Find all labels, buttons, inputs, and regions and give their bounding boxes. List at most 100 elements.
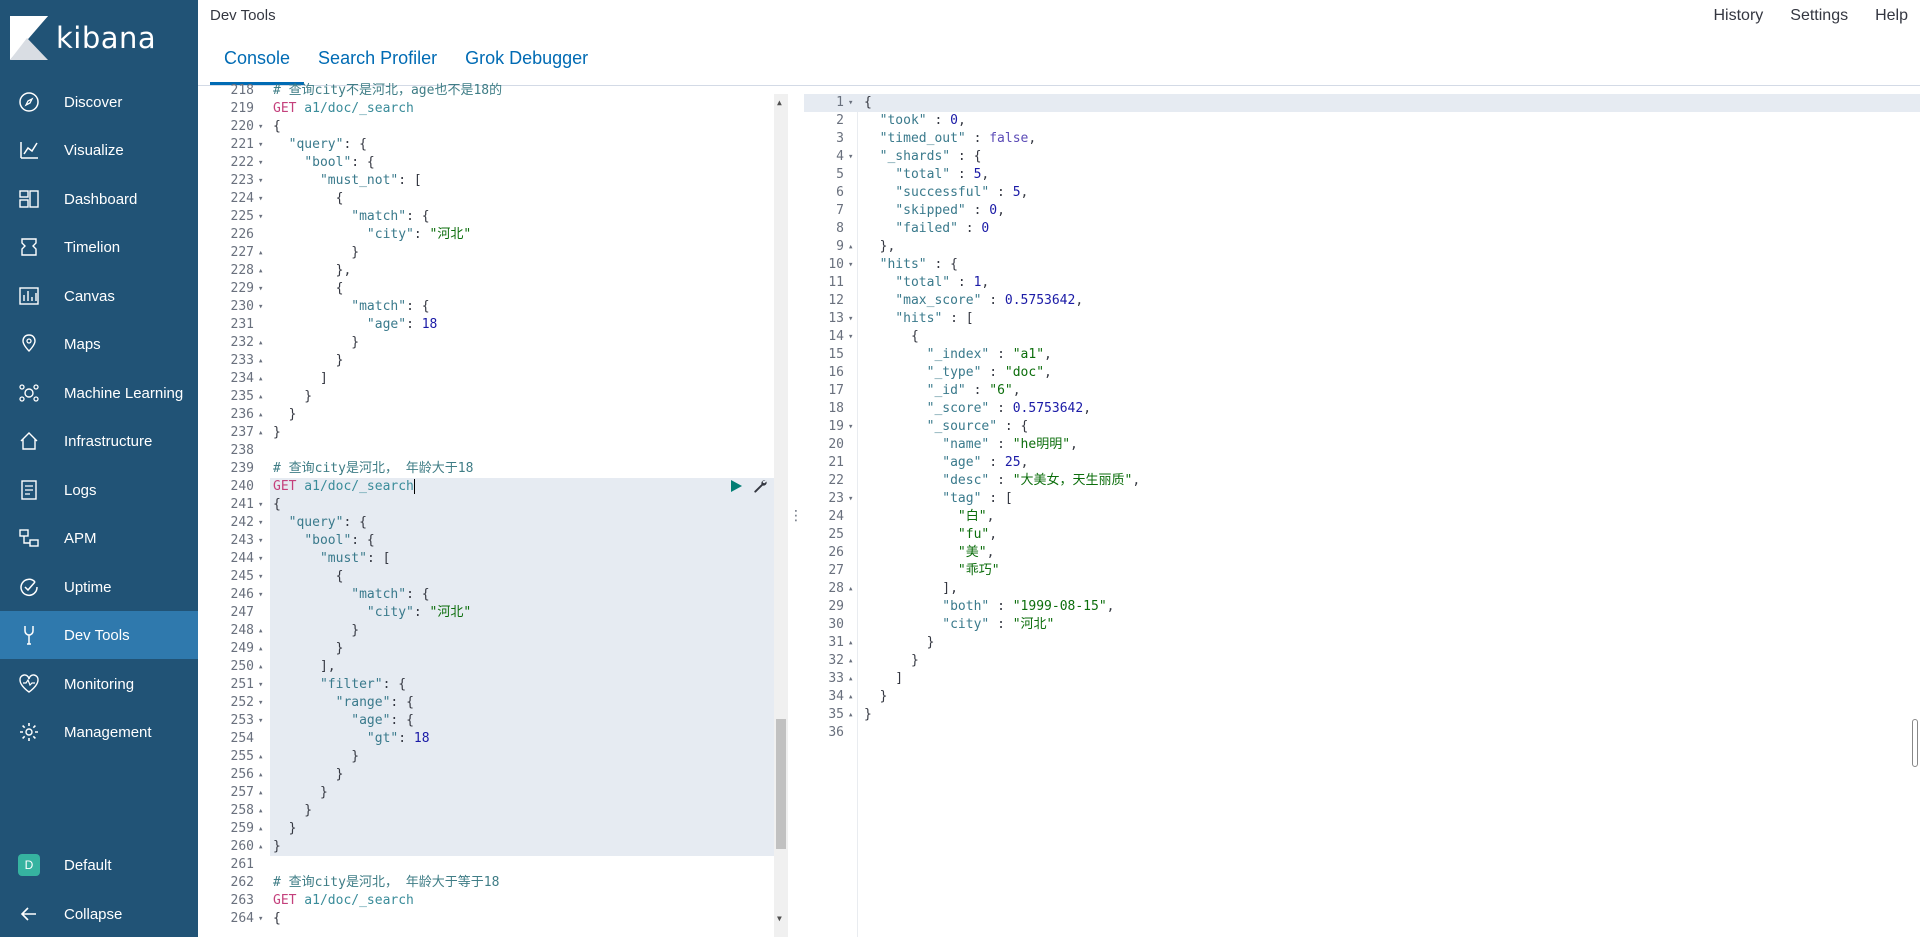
code-line[interactable]: 232 ▴ } bbox=[198, 334, 788, 352]
code-line[interactable]: 258 ▴ } bbox=[231, 802, 774, 820]
code-line[interactable]: 16 "_type" : "doc", bbox=[804, 364, 1920, 382]
code-line[interactable]: 250 ▴ ], bbox=[231, 658, 774, 676]
code-line[interactable]: 255 ▴ } bbox=[231, 748, 774, 766]
fold-arrow-icon[interactable]: ▾ bbox=[258, 118, 263, 136]
code-line[interactable]: 224 ▾ { bbox=[198, 190, 788, 208]
unfold-arrow-icon[interactable]: ▴ bbox=[848, 580, 853, 598]
sidebar-item-timelion[interactable]: Timelion bbox=[0, 223, 198, 271]
fold-arrow-icon[interactable]: ▾ bbox=[258, 154, 263, 172]
fold-arrow-icon[interactable]: ▾ bbox=[848, 148, 853, 166]
sidebar-item-monitoring[interactable]: Monitoring bbox=[0, 660, 198, 708]
fold-arrow-icon[interactable]: ▾ bbox=[258, 676, 263, 694]
code-line[interactable]: 257 ▴ } bbox=[231, 784, 774, 802]
code-line[interactable]: 221 ▾ "query": { bbox=[198, 136, 788, 154]
sidebar-item-apm[interactable]: APM bbox=[0, 514, 198, 562]
code-line[interactable]: 254 "gt": 18 bbox=[231, 730, 774, 748]
code-line[interactable]: 23 ▾ "tag" : [ bbox=[804, 490, 1920, 508]
request-scroll-thumb[interactable] bbox=[776, 719, 786, 849]
code-line[interactable]: 11 "total" : 1, bbox=[804, 274, 1920, 292]
fold-arrow-icon[interactable]: ▾ bbox=[848, 256, 853, 274]
code-line[interactable]: 226 "city": "河北" bbox=[198, 226, 788, 244]
code-line[interactable]: 17 "_id" : "6", bbox=[804, 382, 1920, 400]
unfold-arrow-icon[interactable]: ▴ bbox=[258, 658, 263, 676]
code-line[interactable]: 252 ▾ "range": { bbox=[231, 694, 774, 712]
code-line[interactable]: 241 ▾ { bbox=[231, 496, 774, 514]
code-line[interactable]: 34 ▴ } bbox=[804, 688, 1920, 706]
unfold-arrow-icon[interactable]: ▴ bbox=[848, 238, 853, 256]
response-scrollbar[interactable] bbox=[1912, 719, 1920, 769]
sidebar-item-uptime[interactable]: Uptime bbox=[0, 563, 198, 611]
code-line[interactable]: 238 bbox=[198, 442, 788, 460]
unfold-arrow-icon[interactable]: ▴ bbox=[258, 766, 263, 784]
fold-arrow-icon[interactable]: ▾ bbox=[258, 550, 263, 568]
unfold-arrow-icon[interactable]: ▴ bbox=[258, 334, 263, 352]
code-line[interactable]: 26 "美", bbox=[804, 544, 1920, 562]
code-line[interactable]: 4 ▾ "_shards" : { bbox=[804, 148, 1920, 166]
scroll-down-arrow-icon[interactable]: ▼ bbox=[777, 914, 782, 923]
fold-arrow-icon[interactable]: ▾ bbox=[258, 712, 263, 730]
code-line[interactable]: 22 "desc" : "大美女，天生丽质", bbox=[804, 472, 1920, 490]
sidebar-item-discover[interactable]: Discover bbox=[0, 78, 198, 126]
code-line[interactable]: 233 ▴ } bbox=[198, 352, 788, 370]
code-line[interactable]: 25 "fu", bbox=[804, 526, 1920, 544]
unfold-arrow-icon[interactable]: ▴ bbox=[258, 424, 263, 442]
code-line[interactable]: 240 GET a1/doc/_search bbox=[231, 478, 774, 496]
code-line[interactable]: 249 ▴ } bbox=[231, 640, 774, 658]
fold-arrow-icon[interactable]: ▾ bbox=[258, 586, 263, 604]
code-line[interactable]: 239 # 查询city是河北， 年龄大于18 bbox=[198, 460, 788, 478]
code-line[interactable]: 10 ▾ "hits" : { bbox=[804, 256, 1920, 274]
run-request-button[interactable] bbox=[728, 478, 744, 494]
fold-arrow-icon[interactable]: ▾ bbox=[258, 496, 263, 514]
unfold-arrow-icon[interactable]: ▴ bbox=[258, 802, 263, 820]
sidebar-item-visualize[interactable]: Visualize bbox=[0, 126, 198, 174]
fold-arrow-icon[interactable]: ▾ bbox=[258, 514, 263, 532]
code-line[interactable]: 227 ▴ } bbox=[198, 244, 788, 262]
request-scrollbar[interactable]: ▲ ▼ bbox=[774, 94, 788, 937]
code-line[interactable]: 246 ▾ "match": { bbox=[231, 586, 774, 604]
code-line[interactable]: 236 ▴ } bbox=[198, 406, 788, 424]
fold-arrow-icon[interactable]: ▾ bbox=[258, 208, 263, 226]
response-editor[interactable]: 1 ▾{2 "took" : 0, 3 "timed_out" : false, 4 ▾… bbox=[804, 94, 1920, 937]
code-line[interactable]: 230 ▾ "match": { bbox=[198, 298, 788, 316]
unfold-arrow-icon[interactable]: ▴ bbox=[258, 838, 263, 856]
fold-arrow-icon[interactable]: ▾ bbox=[258, 532, 263, 550]
code-line[interactable]: 223 ▾ "must_not": [ bbox=[198, 172, 788, 190]
code-line[interactable]: 28 ▴ ], bbox=[804, 580, 1920, 598]
history-link[interactable]: History bbox=[1714, 7, 1764, 25]
code-line[interactable]: 234 ▴ ] bbox=[198, 370, 788, 388]
fold-arrow-icon[interactable]: ▾ bbox=[258, 190, 263, 208]
unfold-arrow-icon[interactable]: ▴ bbox=[258, 352, 263, 370]
code-line[interactable]: 36 bbox=[804, 724, 1920, 742]
code-line[interactable]: 245 ▾ { bbox=[231, 568, 774, 586]
code-line[interactable]: 247 "city": "河北" bbox=[231, 604, 774, 622]
fold-arrow-icon[interactable]: ▾ bbox=[848, 310, 853, 328]
space-selector[interactable]: D Default bbox=[0, 841, 198, 889]
fold-arrow-icon[interactable]: ▾ bbox=[258, 694, 263, 712]
code-line[interactable]: 263 GET a1/doc/_search bbox=[198, 892, 788, 910]
unfold-arrow-icon[interactable]: ▴ bbox=[258, 748, 263, 766]
unfold-arrow-icon[interactable]: ▴ bbox=[258, 406, 263, 424]
code-line[interactable]: 244 ▾ "must": [ bbox=[231, 550, 774, 568]
code-line[interactable]: 253 ▾ "age": { bbox=[231, 712, 774, 730]
code-line[interactable]: 13 ▾ "hits" : [ bbox=[804, 310, 1920, 328]
sidebar-item-canvas[interactable]: Canvas bbox=[0, 272, 198, 320]
settings-link[interactable]: Settings bbox=[1790, 7, 1848, 25]
fold-arrow-icon[interactable]: ▾ bbox=[848, 490, 853, 508]
code-line[interactable]: 243 ▾ "bool": { bbox=[231, 532, 774, 550]
fold-arrow-icon[interactable]: ▾ bbox=[258, 172, 263, 190]
code-line[interactable]: 32 ▴ } bbox=[804, 652, 1920, 670]
fold-arrow-icon[interactable]: ▾ bbox=[258, 136, 263, 154]
code-line[interactable]: 256 ▴ } bbox=[231, 766, 774, 784]
unfold-arrow-icon[interactable]: ▴ bbox=[258, 244, 263, 262]
help-link[interactable]: Help bbox=[1875, 7, 1908, 25]
unfold-arrow-icon[interactable]: ▴ bbox=[258, 370, 263, 388]
kibana-logo[interactable]: kibana bbox=[10, 16, 156, 60]
code-line[interactable]: 33 ▴ ] bbox=[804, 670, 1920, 688]
code-line[interactable]: 260 ▴} bbox=[231, 838, 774, 856]
code-line[interactable]: 259 ▴ } bbox=[231, 820, 774, 838]
code-line[interactable]: 1 ▾ { bbox=[804, 94, 1920, 112]
collapse-button[interactable]: Collapse bbox=[0, 890, 198, 937]
fold-arrow-icon[interactable]: ▾ bbox=[258, 280, 263, 298]
code-line[interactable]: 229 ▾ { bbox=[198, 280, 788, 298]
code-line[interactable]: 9 ▴ }, bbox=[804, 238, 1920, 256]
